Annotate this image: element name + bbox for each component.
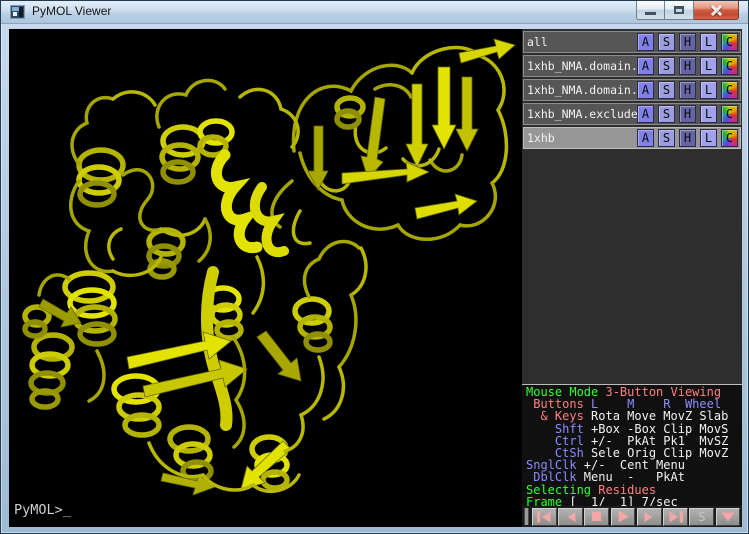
object-row: 1xhb_NMA.domain.ASHLC [523,79,741,101]
mouse-mode-panel: Mouse Mode 3-Button Viewing Buttons L M … [522,384,742,508]
app-icon-detail [19,7,23,17]
playback-menu-button[interactable] [716,508,741,526]
hide-menu-button[interactable]: H [679,105,696,123]
label-menu-button[interactable]: L [700,33,717,51]
play-button[interactable] [611,508,636,526]
action-menu-button[interactable]: A [637,33,654,51]
close-icon [710,5,723,16]
app-icon-detail [12,7,19,11]
viewport-3d[interactable]: PyMOL>_ [9,29,522,527]
object-row: 1xhbASHLC [523,127,741,149]
step-back-icon [565,511,577,523]
show-menu-button[interactable]: S [658,81,675,99]
action-menu-button[interactable]: A [637,57,654,75]
step-forward-icon [643,511,655,523]
object-row-buttons: ASHLC [637,33,738,51]
object-row-buttons: ASHLC [637,57,738,75]
step-back-button[interactable] [558,508,583,526]
playback-bar: S [522,506,742,527]
play-icon [617,510,630,523]
color-menu-button[interactable]: C [721,105,738,123]
hide-menu-button[interactable]: H [679,129,696,147]
window-title: PyMOL Viewer [32,4,111,18]
object-name[interactable]: 1xhb_NMA.exclude [524,107,637,121]
object-name[interactable]: 1xhb [524,131,637,145]
object-row: allASHLC [523,31,741,53]
maximize-icon [674,6,684,14]
internal-gui-panel: allASHLC1xhb_NMA.domain.ASHLC1xhb_NMA.do… [522,29,742,527]
object-list: allASHLC1xhb_NMA.domain.ASHLC1xhb_NMA.do… [523,31,741,151]
hide-menu-button[interactable]: H [679,33,696,51]
label-menu-button[interactable]: L [700,57,717,75]
object-row-buttons: ASHLC [637,105,738,123]
action-menu-button[interactable]: A [637,129,654,147]
title-bar[interactable]: PyMOL Viewer [1,1,748,24]
color-menu-button[interactable]: C [721,33,738,51]
minimize-icon [645,12,656,15]
stop-icon [591,511,602,522]
skip-end-icon [668,511,684,523]
show-menu-button[interactable]: S [658,33,675,51]
protein-cartoon [9,29,522,527]
object-row: 1xhb_NMA.domain.ASHLC [523,55,741,77]
s-button-label: S [698,510,705,524]
close-button[interactable] [694,1,739,20]
label-menu-button[interactable]: L [700,129,717,147]
show-menu-button[interactable]: S [658,105,675,123]
show-menu-button[interactable]: S [658,57,675,75]
fast-forward-button[interactable] [663,508,688,526]
object-name[interactable]: 1xhb_NMA.domain. [524,83,637,97]
object-row-buttons: ASHLC [637,81,738,99]
hide-menu-button[interactable]: H [679,57,696,75]
show-menu-button[interactable]: S [658,129,675,147]
pymol-window: PyMOL Viewer [0,0,749,534]
mouse-help-lines: Mouse Mode 3-Button Viewing Buttons L M … [522,386,742,508]
color-menu-button[interactable]: C [721,81,738,99]
label-menu-button[interactable]: L [700,81,717,99]
object-name[interactable]: all [524,35,637,49]
color-menu-button[interactable]: C [721,57,738,75]
color-menu-button[interactable]: C [721,129,738,147]
hide-menu-button[interactable]: H [679,81,696,99]
scene-loop-button[interactable]: S [689,508,714,526]
object-row: 1xhb_NMA.excludeASHLC [523,103,741,125]
object-name[interactable]: 1xhb_NMA.domain. [524,59,637,73]
label-menu-button[interactable]: L [700,105,717,123]
maximize-button[interactable] [665,1,694,20]
stop-button[interactable] [584,508,609,526]
minimize-button[interactable] [636,1,665,20]
app-icon-detail [13,12,17,16]
step-forward-button[interactable] [637,508,662,526]
object-row-buttons: ASHLC [637,129,738,147]
skip-start-icon [536,511,552,523]
pymol-app-icon[interactable] [10,5,25,19]
window-controls [636,1,739,20]
command-prompt[interactable]: PyMOL>_ [14,502,71,518]
action-menu-button[interactable]: A [637,81,654,99]
rewind-button[interactable] [532,508,557,526]
triangle-down-icon [721,512,735,522]
playback-separator [524,508,529,525]
action-menu-button[interactable]: A [637,105,654,123]
